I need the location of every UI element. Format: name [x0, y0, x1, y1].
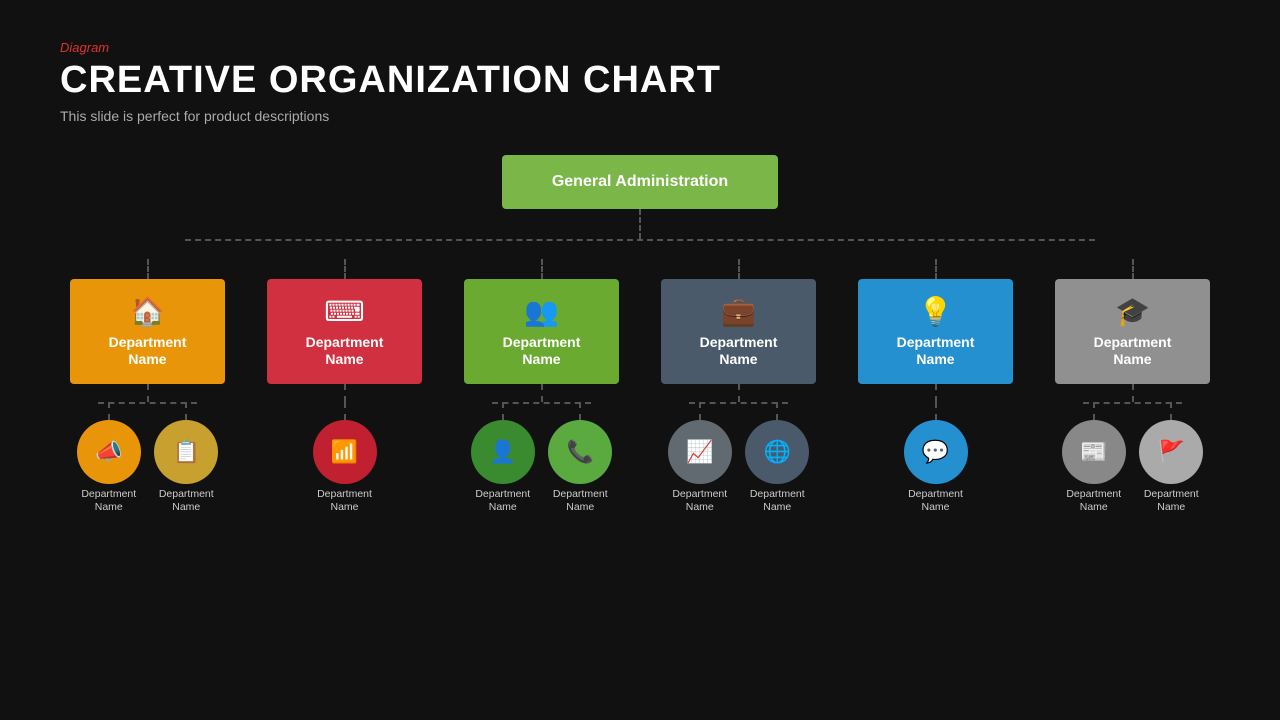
h-line-container [90, 239, 1190, 259]
sub-col-1a: 📣 DepartmentName [77, 402, 141, 513]
sub-col-4b: 🌐 DepartmentName [745, 402, 809, 513]
diagram-label: Diagram [60, 40, 1220, 55]
sub-circle-3a[interactable]: 👤 [471, 420, 535, 484]
dept-name-2: DepartmentName [306, 334, 384, 368]
v-conn-6 [1132, 259, 1134, 279]
dept-col-1: 🏠 DepartmentName 📣 DepartmentName [60, 259, 235, 513]
dept-name-1: DepartmentName [109, 334, 187, 368]
dept-name-5: DepartmentName [897, 334, 975, 368]
dept-box-1[interactable]: 🏠 DepartmentName [70, 279, 225, 384]
dept-col-6: 🎓 DepartmentName 📰 DepartmentName [1045, 259, 1220, 513]
sub-v-conn-1 [147, 384, 149, 402]
dept-name-4: DepartmentName [700, 334, 778, 368]
dept-icon-6: 🎓 [1115, 295, 1150, 328]
sub-label-5a: DepartmentName [908, 488, 963, 513]
sub-circle-4a[interactable]: 📈 [668, 420, 732, 484]
dept-col-3: 👥 DepartmentName 👤 DepartmentName [454, 259, 629, 513]
dept-box-4[interactable]: 💼 DepartmentName [661, 279, 816, 384]
sub-label-6a: DepartmentName [1066, 488, 1121, 513]
sub-col-5a: 💬 DepartmentName [904, 402, 968, 513]
sub-col-6a: 📰 DepartmentName [1062, 402, 1126, 513]
sub-circle-5a[interactable]: 💬 [904, 420, 968, 484]
sub-circle-3b[interactable]: 📞 [548, 420, 612, 484]
h-line [185, 239, 1095, 241]
dept-box-3[interactable]: 👥 DepartmentName [464, 279, 619, 384]
sub-label-3a: DepartmentName [475, 488, 530, 513]
page-title: CREATIVE ORGANIZATION CHART [60, 59, 1220, 102]
page-subtitle: This slide is perfect for product descri… [60, 108, 1220, 124]
sub-col-6b: 🚩 DepartmentName [1139, 402, 1203, 513]
dept-icon-3: 👥 [524, 295, 559, 328]
dept-box-6[interactable]: 🎓 DepartmentName [1055, 279, 1210, 384]
v-conn-2 [344, 259, 346, 279]
top-connector [639, 209, 641, 239]
sub-col-2a: 📶 DepartmentName [313, 402, 377, 513]
dept-col-4: 💼 DepartmentName 📈 DepartmentName [651, 259, 826, 513]
sub-col-4a: 📈 DepartmentName [668, 402, 732, 513]
dept-col-2: ⌨ DepartmentName 📶 DepartmentName [257, 259, 432, 513]
v-conn-3 [541, 259, 543, 279]
dept-box-2[interactable]: ⌨ DepartmentName [267, 279, 422, 384]
sub-col-1b: 📋 DepartmentName [154, 402, 218, 513]
sub-circle-1a[interactable]: 📣 [77, 420, 141, 484]
v-conn-5 [935, 259, 937, 279]
dept-row: 🏠 DepartmentName 📣 DepartmentName [60, 259, 1220, 513]
dept-icon-4: 💼 [721, 295, 756, 328]
dept-col-5: 💡 DepartmentName 💬 DepartmentName [848, 259, 1023, 513]
dept-box-5[interactable]: 💡 DepartmentName [858, 279, 1013, 384]
sub-circle-2a[interactable]: 📶 [313, 420, 377, 484]
sub-col-3a: 👤 DepartmentName [471, 402, 535, 513]
v-conn-1 [147, 259, 149, 279]
sub-label-1a: DepartmentName [81, 488, 136, 513]
top-node[interactable]: General Administration [502, 155, 778, 209]
sub-label-2a: DepartmentName [317, 488, 372, 513]
sub-circle-4b[interactable]: 🌐 [745, 420, 809, 484]
dept-name-3: DepartmentName [503, 334, 581, 368]
dept-name-6: DepartmentName [1094, 334, 1172, 368]
slide: Diagram CREATIVE ORGANIZATION CHART This… [0, 0, 1280, 720]
v-conn-4 [738, 259, 740, 279]
sub-circle-1b[interactable]: 📋 [154, 420, 218, 484]
sub-label-3b: DepartmentName [553, 488, 608, 513]
org-chart: General Administration 🏠 DepartmentName [0, 155, 1280, 513]
sub-circle-6a[interactable]: 📰 [1062, 420, 1126, 484]
sub-label-4b: DepartmentName [750, 488, 805, 513]
sub-label-6b: DepartmentName [1144, 488, 1199, 513]
sub-label-1b: DepartmentName [159, 488, 214, 513]
sub-circle-6b[interactable]: 🚩 [1139, 420, 1203, 484]
dept-icon-5: 💡 [918, 295, 953, 328]
dept-icon-1: 🏠 [130, 295, 165, 328]
sub-col-3b: 📞 DepartmentName [548, 402, 612, 513]
sub-label-4a: DepartmentName [672, 488, 727, 513]
dept-icon-2: ⌨ [324, 295, 364, 328]
